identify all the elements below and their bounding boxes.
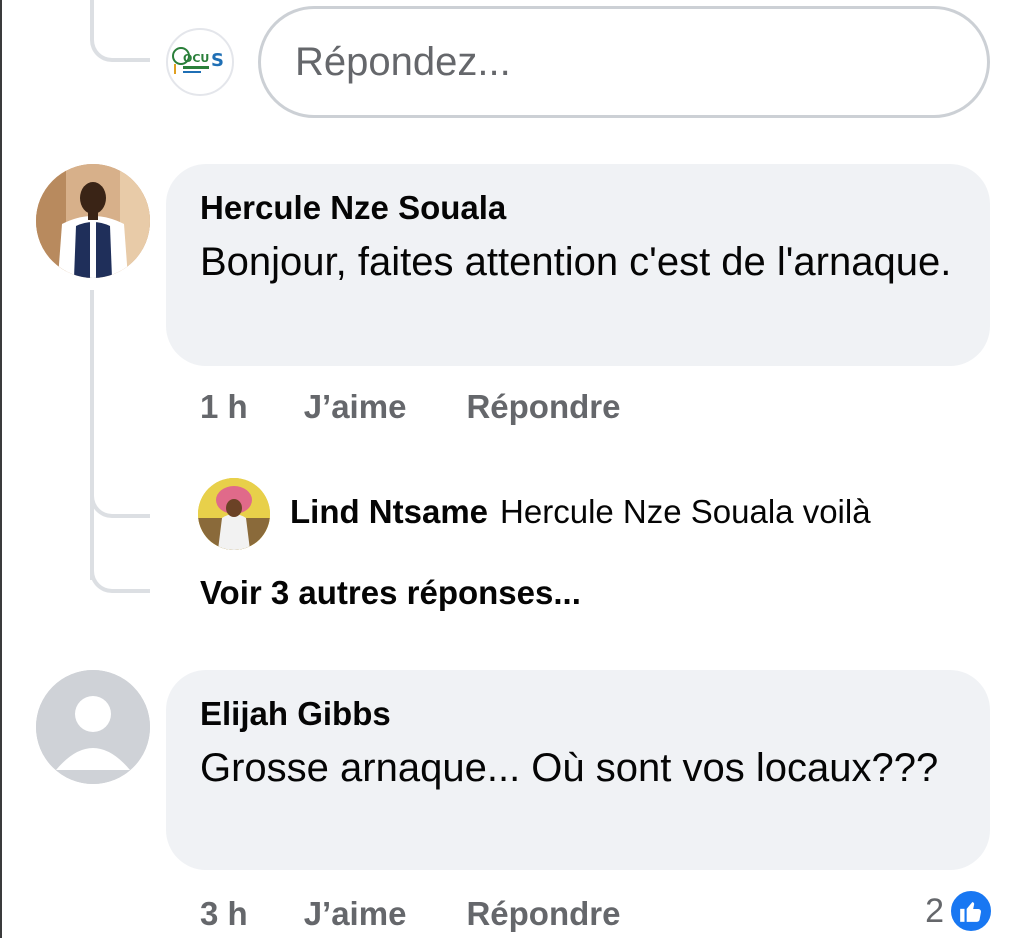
avatar-hercule[interactable] (36, 164, 150, 278)
thread-connector (90, 0, 150, 62)
thread-connector (90, 290, 94, 580)
comment-author[interactable]: Elijah Gibbs (200, 694, 956, 734)
svg-text:OCU: OCU (183, 52, 209, 65)
profile-photo-icon (198, 478, 270, 550)
view-more-replies-link[interactable]: Voir 3 autres réponses... (200, 574, 581, 612)
avatar-lind[interactable] (198, 478, 270, 550)
thread-connector (90, 470, 150, 518)
like-button[interactable]: J’aime (304, 388, 407, 426)
page-avatar[interactable]: OCU S (166, 28, 234, 96)
window-edge (0, 0, 2, 938)
avatar-elijah[interactable] (36, 670, 150, 784)
comment-actions: 3 h J’aime Répondre (200, 895, 620, 933)
reply-button[interactable]: Répondre (466, 895, 620, 933)
nested-reply-text: Hercule Nze Souala voilà (500, 493, 871, 530)
reply-button[interactable]: Répondre (466, 388, 620, 426)
reply-input[interactable] (258, 6, 990, 118)
comment-text: Bonjour, faites attention c'est de l'arn… (200, 240, 952, 284)
comment-bubble: Elijah Gibbs Grosse arnaque... Où sont v… (166, 670, 990, 870)
thread-connector (90, 545, 150, 593)
profile-photo-icon (36, 164, 150, 278)
comment-bubble: Hercule Nze Souala Bonjour, faites atten… (166, 164, 990, 366)
comment-timestamp[interactable]: 3 h (200, 895, 248, 933)
svg-text:S: S (211, 50, 224, 71)
nested-reply[interactable]: Lind Ntsame Hercule Nze Souala voilà (290, 493, 871, 531)
reaction-count: 2 (925, 891, 944, 930)
like-button[interactable]: J’aime (304, 895, 407, 933)
user-silhouette-icon (36, 670, 150, 784)
thumbs-up-icon (948, 888, 994, 934)
comment-actions: 1 h J’aime Répondre (200, 388, 620, 426)
comment-text: Grosse arnaque... Où sont vos locaux??? (200, 746, 939, 790)
focus-logo-icon: OCU S (172, 47, 224, 74)
comment-timestamp[interactable]: 1 h (200, 388, 248, 426)
reaction-summary[interactable]: 2 (925, 888, 994, 934)
nested-reply-author[interactable]: Lind Ntsame (290, 493, 488, 530)
comment-author[interactable]: Hercule Nze Souala (200, 188, 956, 228)
